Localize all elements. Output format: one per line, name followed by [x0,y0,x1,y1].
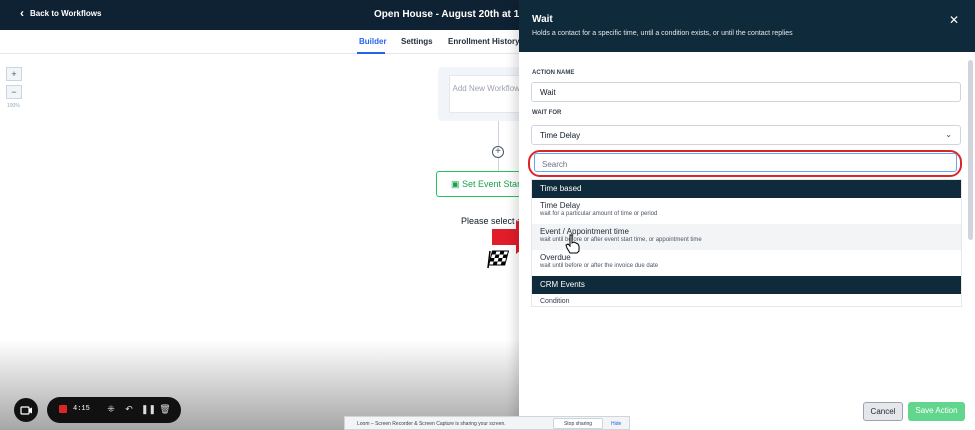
hide-link[interactable]: Hide [611,421,621,427]
cancel-button[interactable]: Cancel [863,402,903,421]
panel-scrollbar[interactable] [968,60,973,240]
loom-recorder-bar: 4:15 ⁜ ↶ ❚❚ 🗑 [47,397,181,423]
option-condition[interactable]: Condition [532,294,961,306]
tab-settings[interactable]: Settings [401,37,433,46]
wait-action-panel: Wait Holds a contact for a specific time… [519,0,975,430]
option-overdue[interactable]: Overdue wait until before or after the i… [532,250,961,276]
option-desc: wait until before or after event start t… [540,237,702,243]
option-event-appointment-time[interactable]: Event / Appointment time wait until befo… [532,224,961,250]
tab-enrollment-history[interactable]: Enrollment History [448,37,520,46]
option-time-delay[interactable]: Time Delay wait for a particular amount … [532,198,961,224]
grid-icon[interactable]: ⁜ [105,403,117,415]
action-name-input[interactable]: Wait [531,82,961,102]
save-action-button[interactable]: Save Action [908,402,965,421]
trash-icon[interactable]: 🗑 [159,403,171,415]
group-header-crm-events: CRM Events [532,276,961,294]
stop-sharing-button[interactable]: Stop sharing [553,418,603,429]
share-text: Loom – Screen Recorder & Screen Capture … [357,421,506,427]
chevron-down-icon: ⌄ [945,130,952,139]
undo-icon[interactable]: ↶ [123,403,135,415]
panel-title: Wait [532,14,553,25]
option-title: Event / Appointment time [540,227,629,236]
add-step-icon[interactable]: + [492,146,504,158]
back-to-workflows-button[interactable]: ‹ Back to Workflows [20,6,102,20]
option-desc: wait until before or after the invoice d… [540,263,659,269]
camera-icon [20,406,32,415]
option-title: Overdue [540,253,571,262]
panel-header: Wait Holds a contact for a specific time… [519,0,975,52]
back-label: Back to Workflows [30,8,102,18]
screen-share-notice: Loom – Screen Recorder & Screen Capture … [344,416,630,430]
option-desc: wait for a particular amount of time or … [540,211,658,217]
zoom-level: 100% [7,103,20,109]
camera-toggle-button[interactable] [14,398,38,422]
pause-icon[interactable]: ❚❚ [141,403,156,415]
close-icon[interactable]: ✕ [949,14,959,26]
action-name-label: ACTION NAME [532,70,575,76]
zoom-out-button[interactable]: − [6,85,22,99]
wait-for-select[interactable]: Time Delay ⌄ [531,125,961,145]
panel-subtitle: Holds a contact for a specific time, unt… [532,30,793,37]
chevron-left-icon: ‹ [20,6,24,20]
event-node-label: Set Event Star [462,179,521,189]
workflow-title: Open House - August 20th at 10a [374,9,531,20]
hand-pointer-icon [565,234,580,254]
recording-time: 4:15 [73,405,90,413]
connector-line [498,121,499,146]
group-header-time-based: Time based [532,180,961,198]
stop-recording-button[interactable] [59,405,67,413]
option-title: Time Delay [540,201,581,210]
zoom-in-button[interactable]: + [6,67,22,81]
wait-for-value: Time Delay [540,131,581,140]
connector-line [498,158,499,171]
active-tab-indicator [357,52,385,54]
wait-type-dropdown: Time based Time Delay wait for a particu… [531,179,962,307]
tab-builder[interactable]: Builder [359,37,387,46]
search-input[interactable] [534,153,957,172]
calendar-check-icon: ▣ [451,179,460,189]
wait-for-label: WAIT FOR [532,110,562,116]
